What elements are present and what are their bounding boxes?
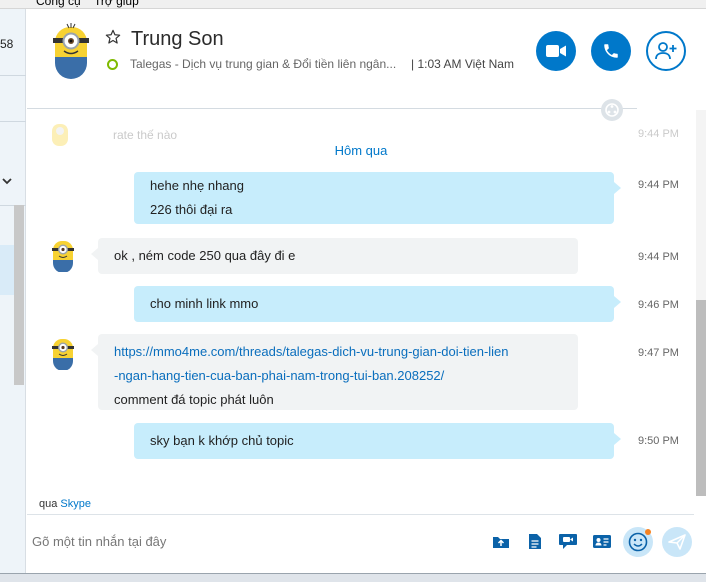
message-time: 9:44 PM	[638, 251, 679, 263]
menu-item-help[interactable]: Trợ giúp	[94, 0, 139, 8]
avatar[interactable]	[49, 238, 77, 273]
sidebar-scrollbar[interactable]	[14, 205, 24, 385]
message-link[interactable]: -ngan-hang-tien-cua-ban-phai-nam-trong-t…	[114, 364, 562, 388]
message-text: 226 thôi đại ra	[150, 202, 233, 217]
send-icon	[668, 534, 686, 550]
video-camera-icon	[546, 45, 566, 57]
skype-link[interactable]: Skype	[60, 498, 91, 510]
add-people-button[interactable]	[646, 31, 686, 71]
audio-call-button[interactable]	[591, 31, 631, 71]
message-link[interactable]: https://mmo4me.com/threads/talegas-dich-…	[114, 340, 562, 364]
document-icon[interactable]	[524, 530, 546, 552]
message-text: hehe nhẹ nhang	[150, 178, 244, 193]
conversation-scrollbar[interactable]	[696, 110, 706, 496]
message-text: ok , ném code 250 qua đây đi e	[114, 248, 296, 263]
via-label: qua Skype	[39, 498, 91, 510]
message-bubble-incoming[interactable]: https://mmo4me.com/threads/talegas-dich-…	[91, 334, 578, 410]
presence-icon	[107, 59, 118, 70]
sidebar-count: 58	[0, 37, 14, 51]
message-text: sky bạn k khớp chủ topic	[150, 433, 294, 448]
message-input[interactable]	[32, 526, 472, 556]
video-message-icon[interactable]	[557, 530, 579, 552]
contact-name[interactable]: Trung Son	[131, 28, 224, 51]
sidebar-divider	[0, 75, 26, 76]
scrollbar-thumb[interactable]	[696, 300, 706, 496]
emoji-icon	[628, 532, 648, 552]
header-divider	[27, 108, 637, 109]
send-file-icon[interactable]	[490, 530, 512, 552]
message-time: 9:46 PM	[638, 299, 679, 311]
star-icon[interactable]	[105, 29, 121, 50]
sidebar-item-selected[interactable]	[0, 245, 14, 295]
sidebar: 58	[0, 9, 26, 573]
avatar[interactable]	[47, 21, 95, 79]
phone-icon	[604, 44, 618, 58]
local-time: | 1:03 AM Việt Nam	[411, 57, 514, 71]
contact-card-icon[interactable]	[591, 530, 613, 552]
message-time: 9:50 PM	[638, 435, 679, 447]
avatar[interactable]	[49, 336, 77, 371]
message-bubble-outgoing[interactable]: sky bạn k khớp chủ topic	[134, 423, 621, 459]
composer-divider	[27, 514, 694, 515]
mood-message[interactable]: Talegas - Dịch vụ trung gian & Đổi tiền …	[130, 57, 396, 71]
taskbar	[0, 573, 706, 582]
faded-message-text: rate thế nào	[113, 128, 178, 142]
conversation-header: Trung Son Talegas - Dịch vụ trung gian &…	[27, 9, 706, 121]
message-bubble-incoming[interactable]: ok , ném code 250 qua đây đi e	[91, 238, 578, 274]
message-bubble-outgoing[interactable]: cho minh link mmo	[134, 286, 621, 322]
add-person-icon	[655, 42, 677, 60]
emoji-button[interactable]	[623, 527, 653, 557]
menu-bar: Công cụ Trợ giúp	[0, 0, 706, 9]
message-time: 9:44 PM	[638, 179, 679, 191]
menu-item-tools[interactable]: Công cụ	[36, 0, 81, 8]
message-time: 9:47 PM	[638, 347, 679, 359]
notification-dot	[645, 529, 651, 535]
date-separator: Hôm qua	[334, 143, 388, 158]
chevron-down-icon[interactable]	[2, 175, 12, 188]
send-button[interactable]	[662, 527, 692, 557]
message-text: comment đá topic phát luôn	[114, 392, 274, 407]
message-time: 9:44 PM	[638, 128, 679, 140]
message-text: cho minh link mmo	[150, 296, 259, 311]
sidebar-divider	[0, 121, 26, 122]
video-call-button[interactable]	[536, 31, 576, 71]
message-bubble-outgoing[interactable]: hehe nhẹ nhang 226 thôi đại ra	[134, 172, 621, 224]
conversation-area[interactable]: rate thế nào 9:44 PM Hôm qua hehe nhẹ nh…	[27, 110, 695, 496]
